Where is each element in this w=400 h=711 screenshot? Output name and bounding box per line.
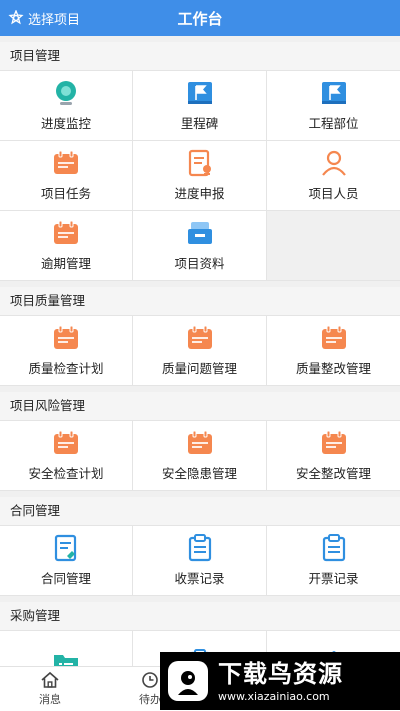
grid-item[interactable]: 逾期管理 (0, 211, 132, 280)
watermark-title: 下载鸟资源 (218, 659, 343, 688)
grid-item[interactable]: 开票记录 (267, 526, 400, 595)
grid-item[interactable]: 安全检查计划 (0, 421, 132, 490)
grid-item-label: 进度申报 (174, 186, 225, 201)
report-form-icon (186, 149, 214, 177)
grid-item[interactable]: 质量整改管理 (267, 316, 400, 385)
home-icon (41, 671, 59, 688)
grid-item[interactable]: 项目资料 (133, 211, 266, 280)
select-project-button[interactable]: 选择项目 (8, 0, 80, 36)
grid-item[interactable]: 合同管理 (0, 526, 132, 595)
grid-item-label: 质量检查计划 (28, 361, 104, 376)
section-grid: 质量检查计划 质量问题管理 质量整改管理 (0, 315, 400, 386)
calendar-icon (52, 149, 80, 177)
section-0: 项目管理进度监控 里程碑 工程部位项目任务 进度申报 项目人员逾期管理 项目资料 (0, 42, 400, 281)
section-title: 采购管理 (0, 602, 400, 630)
workbench-content: 项目管理进度监控 里程碑 工程部位项目任务 进度申报 项目人员逾期管理 项目资料项目质量管… (0, 36, 400, 666)
top-bar: 选择项目 工作台 (0, 0, 400, 36)
grid-item-label: 质量问题管理 (161, 361, 237, 376)
grid-item[interactable] (0, 631, 132, 666)
grid-item[interactable]: 项目人员 (267, 141, 400, 210)
grid-item[interactable]: 进度监控 (0, 71, 132, 140)
section-title: 合同管理 (0, 497, 400, 525)
section-grid: 安全检查计划 安全隐患管理 安全整改管理 (0, 420, 400, 491)
tab-messages-label: 消息 (39, 693, 61, 706)
section-grid: 合同管理 收票记录 开票记录 (0, 525, 400, 596)
project-flower-icon (8, 10, 24, 25)
milestone-flag-icon (186, 79, 214, 107)
grid-item[interactable]: 收票记录 (133, 526, 266, 595)
watermark-logo-icon (168, 661, 208, 701)
monitor-camera-icon (52, 79, 80, 107)
grid-item-label: 安全隐患管理 (161, 466, 237, 481)
section-3: 合同管理 合同管理 收票记录 开票记录 (0, 497, 400, 596)
watermark-url: www.xiazainiao.com (218, 689, 330, 703)
grid-item[interactable]: 安全整改管理 (267, 421, 400, 490)
section-grid: 进度监控 里程碑 工程部位项目任务 进度申报 项目人员逾期管理 项目资料 (0, 70, 400, 281)
grid-item-label: 工程部位 (308, 116, 359, 131)
flag-icon (320, 79, 348, 107)
watermark-banner: 下载鸟资源 www.xiazainiao.com (160, 652, 400, 710)
tab-todo-label: 待办 (139, 693, 161, 706)
tray-icon (186, 219, 214, 247)
grid-item-label: 里程碑 (180, 116, 219, 131)
calendar-icon (186, 324, 214, 352)
grid-item-label: 收票记录 (174, 571, 225, 586)
clock-icon (142, 672, 158, 688)
clipboard-icon (186, 534, 214, 562)
section-title: 项目管理 (0, 42, 400, 70)
calendar-icon (320, 429, 348, 457)
section-2: 项目风险管理安全检查计划 安全隐患管理 安全整改管理 (0, 392, 400, 491)
folder-icon (52, 649, 80, 666)
grid-item-label: 项目人员 (308, 186, 359, 201)
section-title: 项目质量管理 (0, 287, 400, 315)
tab-messages[interactable]: 消息 (0, 667, 100, 711)
grid-item[interactable]: 里程碑 (133, 71, 266, 140)
grid-item-label: 安全整改管理 (295, 466, 371, 481)
grid-item[interactable]: 安全隐患管理 (133, 421, 266, 490)
calendar-icon (52, 219, 80, 247)
contract-icon (52, 534, 80, 562)
grid-item-label: 项目资料 (174, 256, 225, 271)
section-title: 项目风险管理 (0, 392, 400, 420)
calendar-icon (52, 324, 80, 352)
grid-item[interactable]: 进度申报 (133, 141, 266, 210)
grid-item-label: 进度监控 (40, 116, 91, 131)
grid-item-label: 开票记录 (308, 571, 359, 586)
grid-item[interactable]: 项目任务 (0, 141, 132, 210)
grid-item-label: 项目任务 (40, 186, 91, 201)
empty-cell (267, 211, 400, 280)
calendar-icon (186, 429, 214, 457)
clipboard-icon (320, 534, 348, 562)
grid-item-label: 质量整改管理 (295, 361, 371, 376)
section-1: 项目质量管理质量检查计划 质量问题管理 质量整改管理 (0, 287, 400, 386)
grid-item[interactable]: 质量检查计划 (0, 316, 132, 385)
grid-item[interactable]: 工程部位 (267, 71, 400, 140)
calendar-icon (52, 429, 80, 457)
person-icon (320, 149, 348, 177)
grid-item-label: 安全检查计划 (28, 466, 104, 481)
grid-item-label: 合同管理 (40, 571, 91, 586)
grid-item[interactable]: 质量问题管理 (133, 316, 266, 385)
calendar-icon (320, 324, 348, 352)
grid-item-label: 逾期管理 (40, 256, 91, 271)
select-project-label: 选择项目 (28, 12, 81, 28)
